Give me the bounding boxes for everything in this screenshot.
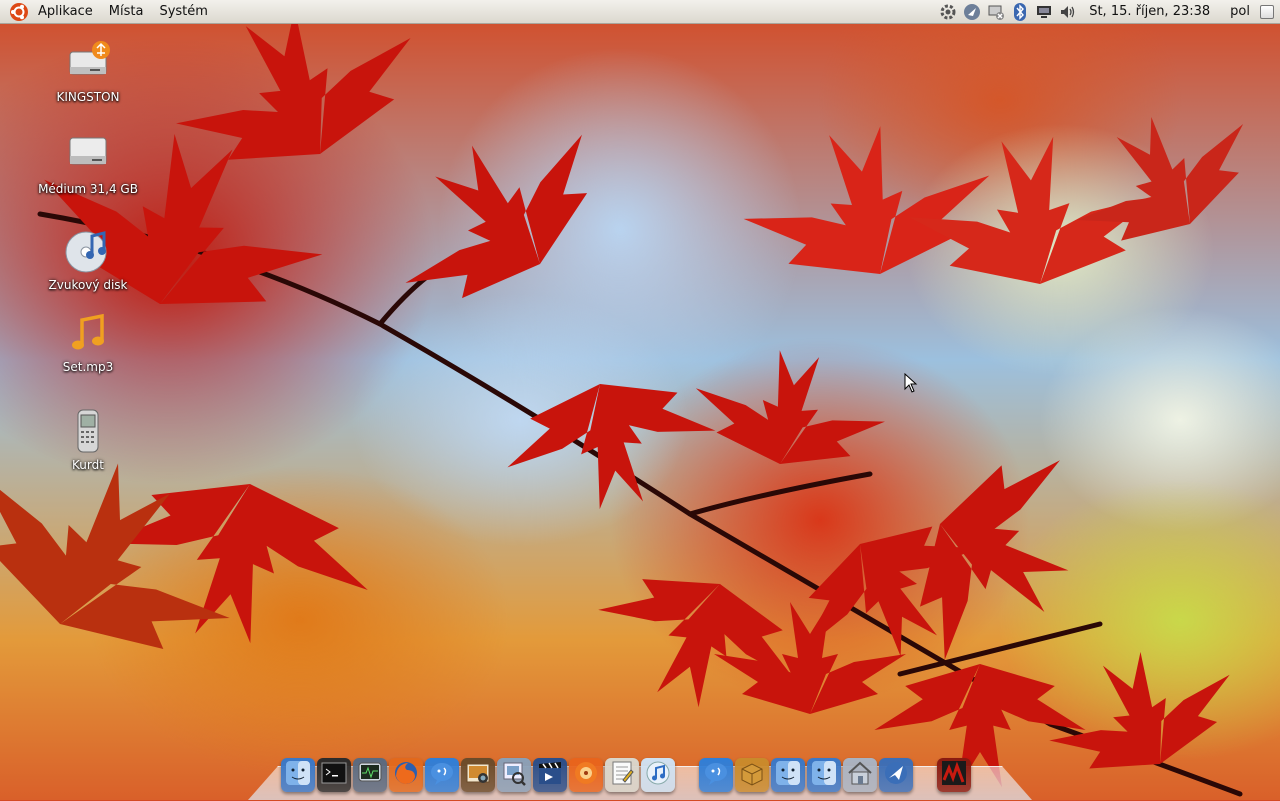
desktop-icon-medium[interactable]: Médium 31,4 GB [33, 132, 143, 196]
desktop-icon-label: KINGSTON [56, 90, 120, 104]
finder-icon [285, 760, 311, 790]
mouse-cursor-icon [904, 373, 918, 393]
top-panel: Aplikace Místa Systém St, 15. říjen, 23:… [0, 0, 1280, 24]
dock-item-photo[interactable] [461, 758, 495, 792]
clock[interactable]: St, 15. říjen, 23:38 [1083, 4, 1216, 19]
dock-item-movie[interactable] [533, 758, 567, 792]
text-editor-icon [609, 760, 635, 790]
dock-item-text-editor[interactable] [605, 758, 639, 792]
keyboard-layout-indicator[interactable]: pol [1222, 4, 1250, 19]
finder-icon [775, 760, 801, 790]
wallpaper-leaves [0, 24, 1274, 797]
firefox-icon [393, 760, 419, 790]
finder-icon [811, 760, 837, 790]
system-settings-icon[interactable] [939, 3, 957, 21]
hard-drive-icon [64, 132, 112, 180]
usb-drive-icon [64, 40, 112, 88]
terminal-icon [321, 760, 347, 790]
dock-item-finder[interactable] [807, 758, 841, 792]
system-tray: St, 15. říjen, 23:38 pol [939, 0, 1280, 24]
dock-item-itunes[interactable] [641, 758, 675, 792]
preview-icon [501, 760, 527, 790]
bluetooth-icon[interactable] [1011, 2, 1029, 21]
movie-icon [537, 760, 563, 790]
menu-places[interactable]: Místa [101, 0, 152, 24]
dock-item-system-monitor[interactable] [353, 758, 387, 792]
desktop-icon-set-mp3[interactable]: Set.mp3 [33, 310, 143, 374]
itunes-icon [645, 760, 671, 790]
dock [280, 752, 972, 792]
volume-icon[interactable] [1059, 3, 1077, 21]
music-file-icon [64, 310, 112, 358]
dock-item-finder[interactable] [771, 758, 805, 792]
network-disconnected-icon[interactable] [987, 3, 1005, 21]
package-icon [739, 760, 765, 790]
photo-icon [465, 760, 491, 790]
mail-icon [883, 760, 909, 790]
ubuntu-logo-icon[interactable] [8, 1, 30, 23]
dock-item-package[interactable] [735, 758, 769, 792]
dock-item-chat[interactable] [425, 758, 459, 792]
dock-item-rhythmbox[interactable] [569, 758, 603, 792]
system-monitor-icon [357, 760, 383, 790]
display-icon[interactable] [1035, 3, 1053, 21]
desktop-icon-kurdt[interactable]: Kurdt [33, 408, 143, 472]
rhythmbox-icon [573, 760, 599, 790]
chat-icon [429, 760, 455, 790]
desktop-icon-label: Zvukový disk [48, 278, 128, 292]
wallpaper-thumbnail-icon [941, 760, 967, 790]
home-folder-icon [847, 760, 873, 790]
phone-icon [64, 408, 112, 456]
desktop-icon-label: Médium 31,4 GB [38, 182, 138, 196]
dock-item-firefox[interactable] [389, 758, 423, 792]
desktop-icon-label: Kurdt [72, 458, 104, 472]
desktop-icon-audio-cd[interactable]: Zvukový disk [33, 228, 143, 292]
dock-item-messenger[interactable] [699, 758, 733, 792]
main-menu: Aplikace Místa Systém [0, 0, 216, 24]
dock-item-home-folder[interactable] [843, 758, 877, 792]
menu-system[interactable]: Systém [151, 0, 215, 24]
dock-item-terminal[interactable] [317, 758, 351, 792]
session-button[interactable] [1260, 4, 1274, 19]
dock-item-finder[interactable] [281, 758, 315, 792]
network-manager-icon[interactable] [963, 3, 981, 21]
dock-item-mail[interactable] [879, 758, 913, 792]
desktop-icon-label: Set.mp3 [62, 360, 114, 374]
dock-item-preview[interactable] [497, 758, 531, 792]
audio-cd-icon [64, 228, 112, 276]
messenger-icon [703, 760, 729, 790]
desktop-icon-kingston[interactable]: KINGSTON [33, 40, 143, 104]
dock-item-wallpaper-thumbnail[interactable] [937, 758, 971, 792]
menu-applications[interactable]: Aplikace [30, 0, 101, 24]
